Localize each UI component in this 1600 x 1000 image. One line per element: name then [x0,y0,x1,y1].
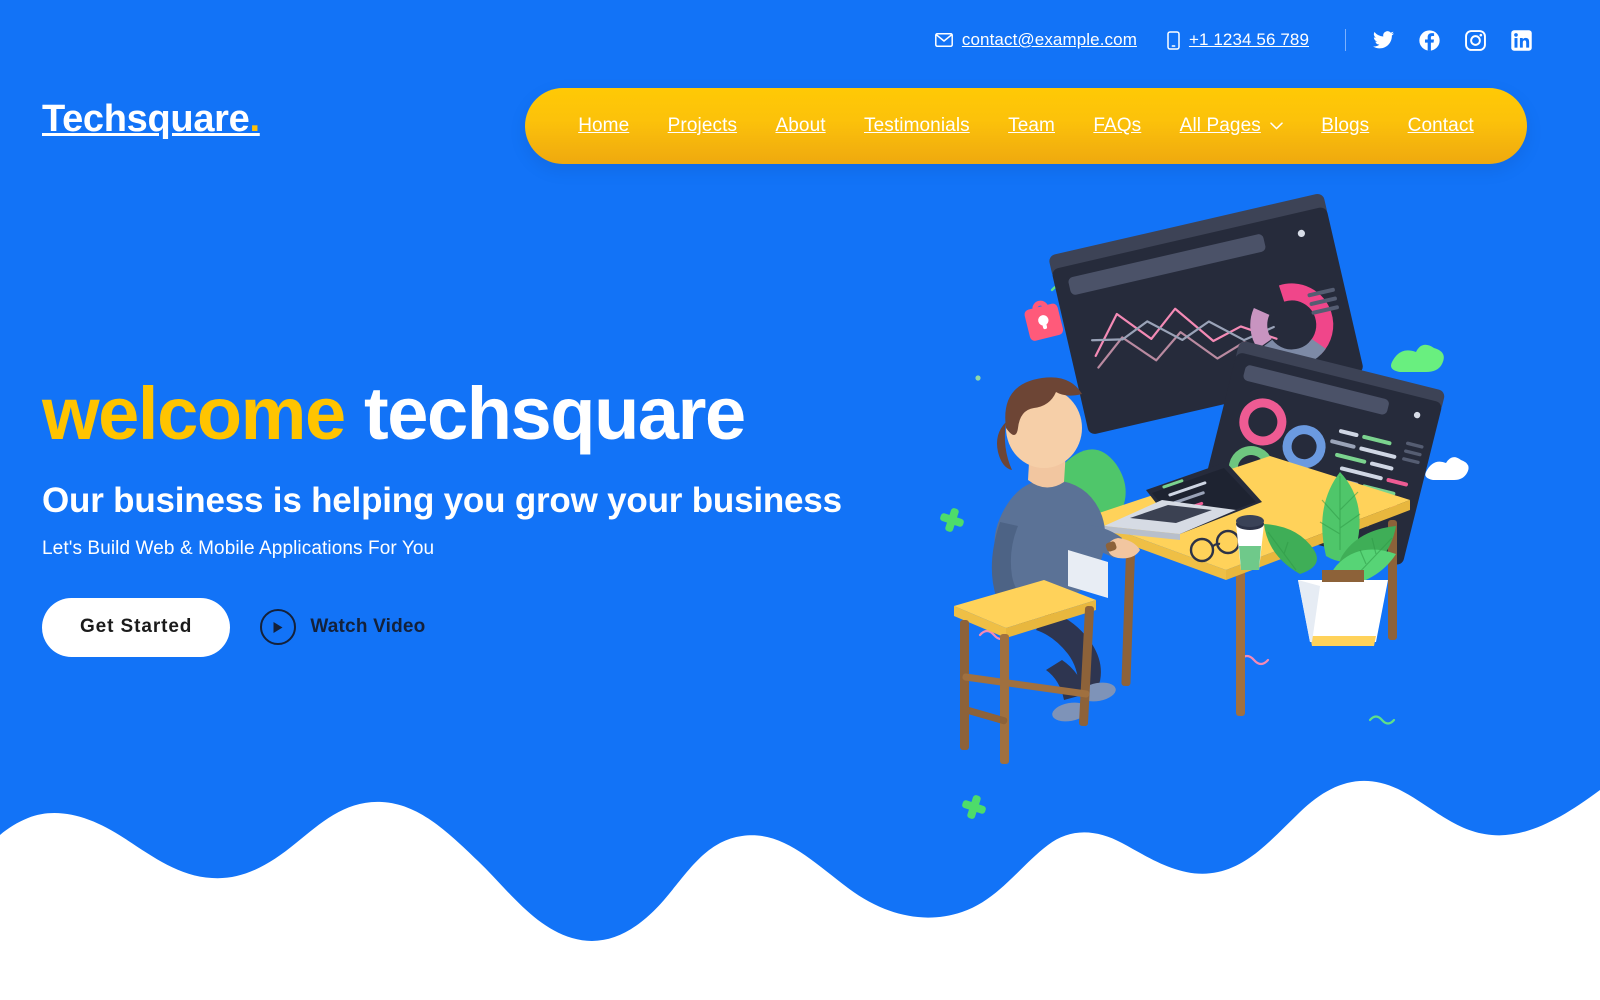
main-navigation: Home Projects About Testimonials Team FA… [525,88,1527,164]
logo-text: Techsquare [42,98,250,140]
hero-content: welcome techsquare Our business is helpi… [42,375,882,657]
nav-item-all-pages[interactable]: All Pages [1180,115,1283,137]
lock-badge-icon [1024,300,1064,341]
headline-rest: techsquare [363,372,746,455]
instagram-icon[interactable] [1464,29,1486,51]
nav-item-blogs[interactable]: Blogs [1321,115,1369,137]
hero-illustration [940,193,1469,819]
topbar-email[interactable]: contact@example.com [934,30,1137,50]
topbar-phone-text: +1 1234 56 789 [1188,30,1309,49]
logo-dot: . [249,98,261,140]
logo[interactable]: Techsquare. [42,100,260,138]
landing-page: contact@example.com +1 1234 56 789 Techs… [0,0,1600,1000]
nav-item-contact[interactable]: Contact [1408,115,1474,137]
person [991,377,1140,722]
linkedin-icon[interactable] [1510,29,1532,51]
twitter-icon[interactable] [1372,29,1394,51]
topbar: contact@example.com +1 1234 56 789 [0,0,1600,80]
nav-label: Team [1008,115,1055,136]
nav-item-testimonials[interactable]: Testimonials [864,115,970,137]
nav-item-faqs[interactable]: FAQs [1093,115,1141,137]
envelope-icon [934,33,953,47]
mobile-phone-icon [1167,30,1180,50]
nav-label: About [775,115,826,136]
hero-tagline: Let's Build Web & Mobile Applications Fo… [42,537,435,559]
nav-label: Testimonials [864,115,970,136]
nav-item-about[interactable]: About [775,115,825,137]
nav-label: Projects [667,115,738,136]
nav-item-team[interactable]: Team [1008,115,1055,137]
nav-item-projects[interactable]: Projects [668,115,737,137]
social-links [1372,29,1532,51]
facebook-icon[interactable] [1418,29,1440,51]
play-icon [260,609,297,646]
watch-video-label: Watch Video [310,616,426,638]
coffee-cup [1236,515,1264,570]
chevron-down-icon [1270,122,1283,130]
headline-highlight: welcome [42,372,346,455]
topbar-phone[interactable]: +1 1234 56 789 [1167,30,1309,50]
topbar-email-text: contact@example.com [961,30,1137,49]
get-started-button[interactable]: Get Started [42,597,231,657]
nav-label: Blogs [1321,115,1370,136]
nav-label: FAQs [1093,115,1142,136]
hero-cta-row: Get Started Watch Video [42,597,882,657]
page-title: welcome techsquare [42,375,882,453]
nav-item-home[interactable]: Home [578,115,629,137]
nav-label: Contact [1407,115,1474,136]
topbar-divider [1345,29,1346,51]
watch-video-button[interactable]: Watch Video [260,609,426,646]
nav-label: Home [578,115,630,136]
hero-subheadline: Our business is helping you grow your bu… [42,480,842,520]
nav-label: All Pages [1179,115,1261,136]
